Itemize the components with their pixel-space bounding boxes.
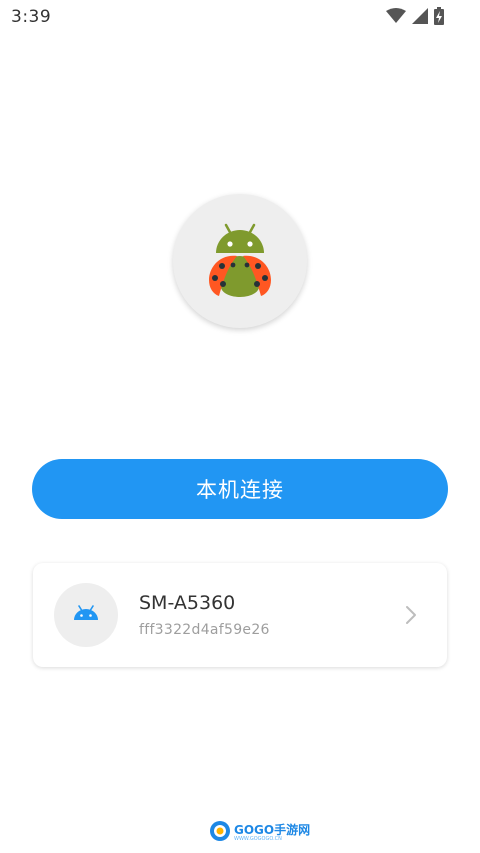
status-icons (386, 6, 444, 26)
device-name: SM-A5360 (139, 592, 236, 614)
status-bar: 3:39 (0, 0, 480, 34)
connect-local-label: 本机连接 (196, 478, 284, 502)
app-screen: 3:39 本机连接 SM-A5360 fff3322d4af59e26 GOGO… (0, 0, 480, 853)
android-icon (73, 605, 99, 625)
gogo-logo-icon (209, 820, 231, 846)
device-avatar (54, 583, 118, 647)
battery-charging-icon (434, 7, 444, 25)
status-time: 3:39 (11, 7, 52, 27)
watermark-brand: GOGO手游网 (234, 823, 311, 837)
chevron-right-icon (405, 605, 417, 629)
watermark-logo: GOGO手游网 WWW.GOGOGO.CN (209, 820, 310, 846)
device-list-item[interactable]: SM-A5360 fff3322d4af59e26 (33, 563, 447, 667)
wifi-icon (386, 8, 406, 24)
device-serial: fff3322d4af59e26 (139, 622, 270, 638)
connect-local-button[interactable]: 本机连接 (32, 459, 448, 519)
watermark-url: WWW.GOGOGO.CN (234, 836, 282, 842)
signal-icon (412, 8, 428, 24)
ladybug-android-icon (197, 216, 283, 306)
app-logo (173, 194, 307, 328)
